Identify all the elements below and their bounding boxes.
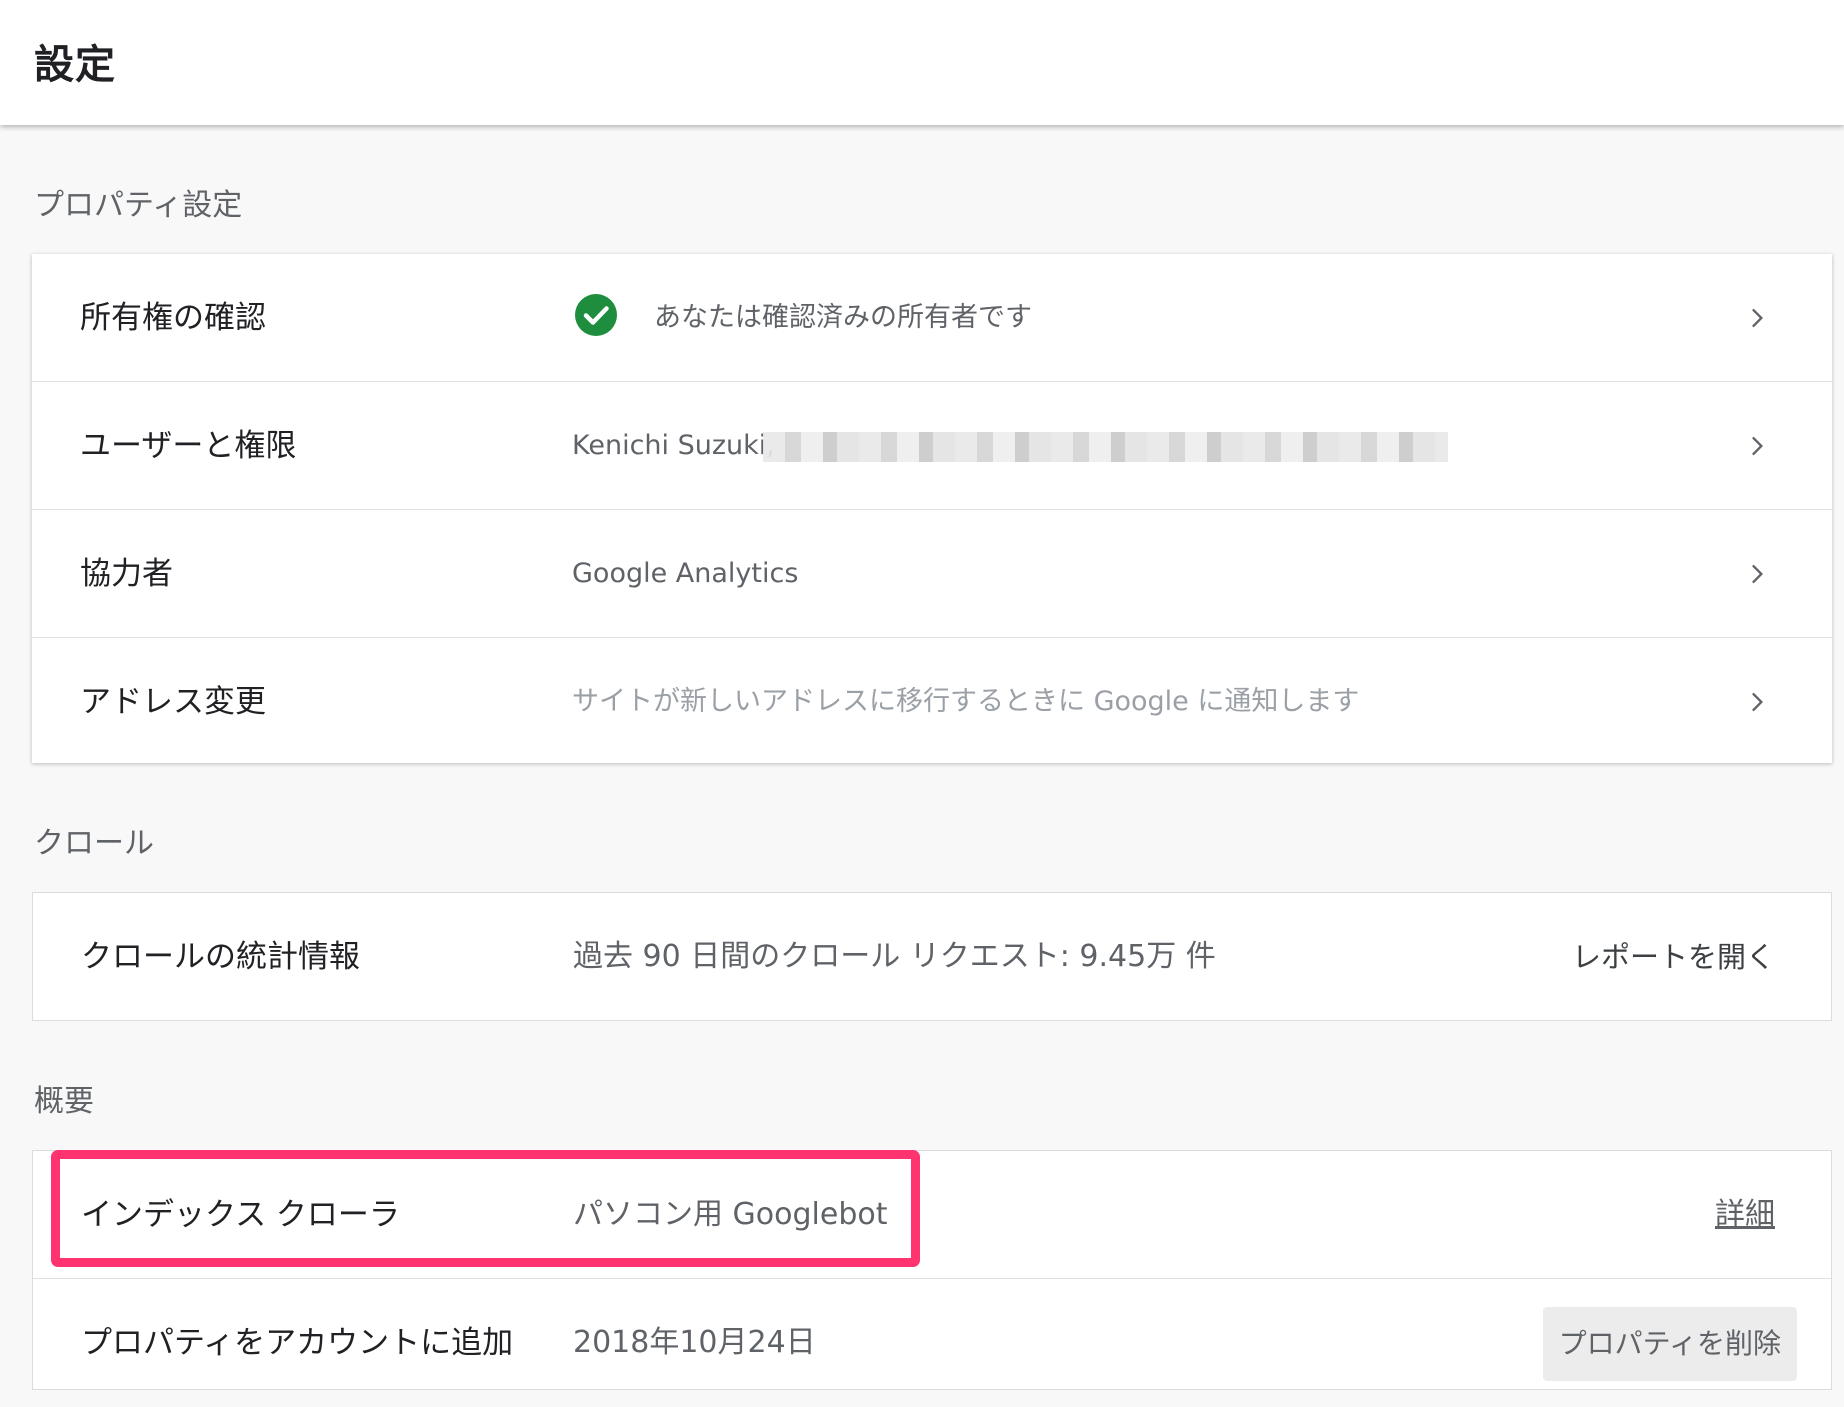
row-label: ユーザーと権限: [80, 428, 297, 464]
page-title: 設定: [34, 42, 116, 88]
section-label-property-settings: プロパティ設定: [34, 188, 243, 223]
open-report-link[interactable]: レポートを開く: [1572, 893, 1775, 1021]
settings-row-property-added: プロパティをアカウントに追加 2018年10月24日 プロパティを削除: [33, 1279, 1831, 1407]
row-label: 所有権の確認: [80, 300, 266, 336]
row-value: 過去 90 日間のクロール リクエスト: 9.45万 件: [573, 939, 1216, 974]
row-value: Google Analytics: [572, 558, 799, 589]
settings-row-associates[interactable]: 協力者 Google Analytics: [32, 510, 1832, 638]
row-label: アドレス変更: [80, 684, 266, 720]
row-value: あなたは確認済みの所有者です: [654, 302, 1032, 333]
row-label: 協力者: [80, 556, 173, 592]
row-label: プロパティをアカウントに追加: [81, 1325, 514, 1361]
section-label-crawl: クロール: [34, 826, 154, 861]
property-settings-card: 所有権の確認 あなたは確認済みの所有者です ユーザーと権限 Kenichi Su…: [32, 254, 1832, 763]
row-value: 2018年10月24日: [573, 1325, 816, 1360]
app-header: 設定: [0, 0, 1844, 125]
row-label: クロールの統計情報: [81, 939, 360, 975]
settings-row-change-of-address[interactable]: アドレス変更 サイトが新しいアドレスに移行するときに Google に通知します: [32, 638, 1832, 766]
redacted-email: [763, 432, 1448, 462]
settings-row-ownership[interactable]: 所有権の確認 あなたは確認済みの所有者です: [32, 254, 1832, 382]
highlight-annotation: [51, 1150, 920, 1267]
chevron-right-icon[interactable]: [1742, 688, 1770, 716]
remove-property-button[interactable]: プロパティを削除: [1542, 1307, 1797, 1381]
chevron-right-icon[interactable]: [1742, 560, 1770, 588]
check-circle-icon: [575, 294, 617, 336]
settings-row-crawl-stats: クロールの統計情報 過去 90 日間のクロール リクエスト: 9.45万 件 レ…: [33, 893, 1831, 1021]
chevron-right-icon[interactable]: [1742, 304, 1770, 332]
details-link[interactable]: 詳細: [1715, 1151, 1775, 1279]
row-value: Kenichi Suzuki,: [572, 430, 775, 461]
crawl-card: クロールの統計情報 過去 90 日間のクロール リクエスト: 9.45万 件 レ…: [32, 892, 1832, 1021]
section-label-overview: 概要: [34, 1084, 94, 1119]
row-value: サイトが新しいアドレスに移行するときに Google に通知します: [572, 686, 1360, 717]
chevron-right-icon[interactable]: [1742, 432, 1770, 460]
